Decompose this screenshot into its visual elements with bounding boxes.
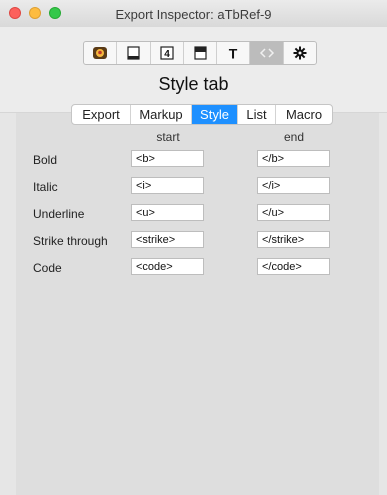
svg-text:4: 4 <box>164 49 170 60</box>
row-label-italic: Italic <box>33 180 58 194</box>
row-label-strike-through: Strike through <box>33 234 108 248</box>
app-icon[interactable] <box>84 42 118 64</box>
strike-start-field[interactable]: <strike> <box>131 231 204 248</box>
code-brackets-icon[interactable] <box>250 42 284 64</box>
code-start-field[interactable]: <code> <box>131 258 204 275</box>
row-label-code: Code <box>33 261 62 275</box>
tab-bar: Export Markup Style List Macro <box>71 104 333 125</box>
window-title: Export Inspector: aTbRef-9 <box>115 7 272 22</box>
end-column-header: end <box>283 130 305 144</box>
window-icon[interactable] <box>184 42 218 64</box>
panel-title: Style tab <box>158 74 229 94</box>
style-pane <box>16 113 379 495</box>
italic-end-field[interactable]: </i> <box>257 177 330 194</box>
row-label-underline: Underline <box>33 207 85 221</box>
number-4-icon[interactable]: 4 <box>151 42 184 64</box>
underline-end-field[interactable]: </u> <box>257 204 330 221</box>
gear-icon[interactable] <box>284 42 316 64</box>
code-end-field[interactable]: </code> <box>257 258 330 275</box>
bold-start-field[interactable]: <b> <box>131 150 204 167</box>
title-bar: Export Inspector: aTbRef-9 <box>0 0 387 28</box>
strike-end-field[interactable]: </strike> <box>257 231 330 248</box>
tab-style[interactable]: Style <box>192 105 238 124</box>
underline-start-field[interactable]: <u> <box>131 204 204 221</box>
tab-macro[interactable]: Macro <box>276 105 332 124</box>
text-icon[interactable]: T <box>217 42 251 64</box>
page-icon[interactable] <box>117 42 151 64</box>
tab-markup[interactable]: Markup <box>131 105 192 124</box>
row-label-bold: Bold <box>33 153 58 167</box>
start-column-header: start <box>156 130 180 144</box>
bold-end-field[interactable]: </b> <box>257 150 330 167</box>
inspector-toolbar: 4 T <box>83 41 317 65</box>
inspector-header: 4 T Style tab <box>0 27 387 113</box>
tab-export[interactable]: Export <box>72 105 131 124</box>
tab-list[interactable]: List <box>238 105 276 124</box>
svg-text:T: T <box>229 46 238 60</box>
italic-start-field[interactable]: <i> <box>131 177 204 194</box>
